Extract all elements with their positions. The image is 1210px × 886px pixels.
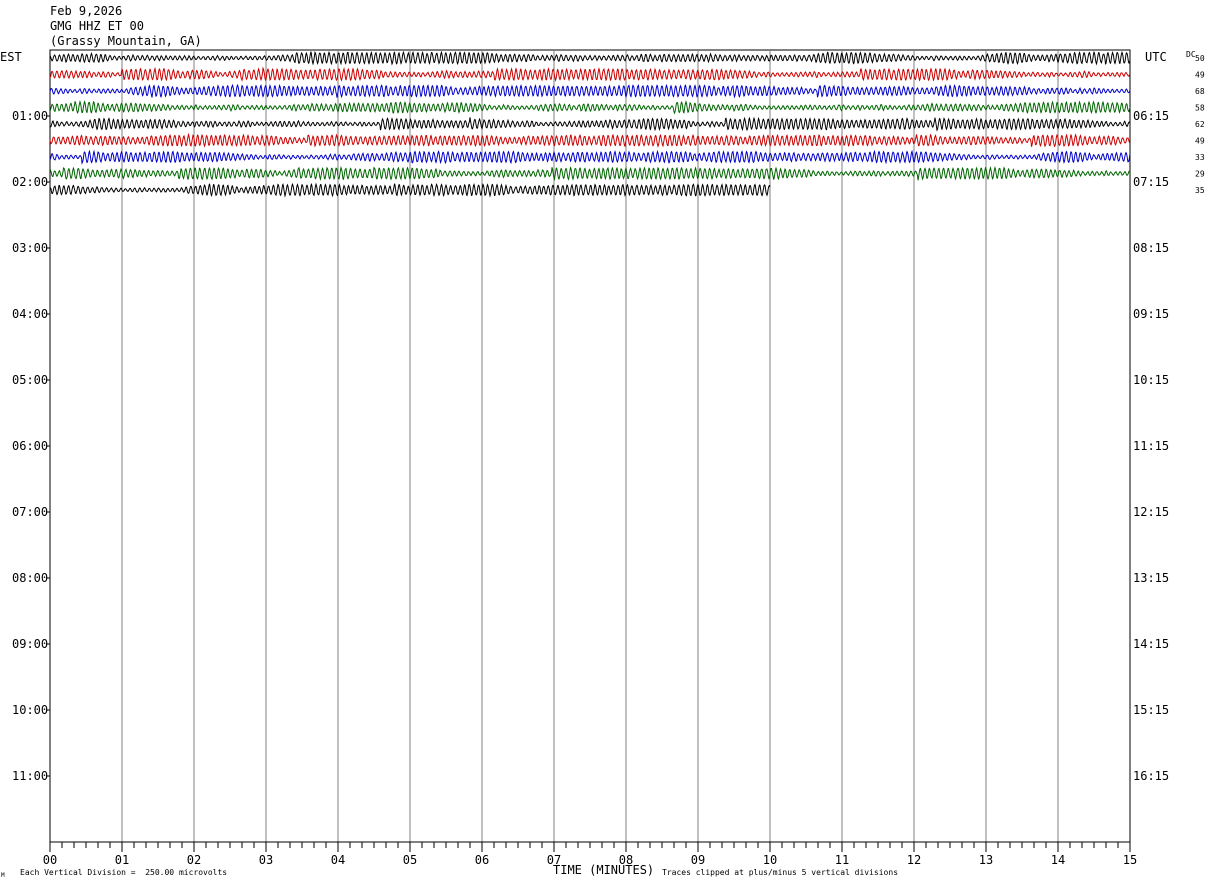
helicorder-plot: 00 01 02 03 04 05 06 07 08 09 10 11 12 13 14 1501:00 06:… — [12, 49, 1205, 867]
scale-note: Each Vertical Division = 250.00 microvol… — [20, 868, 228, 877]
seismic-trace-row-1 — [49, 66, 1131, 83]
right-hour-label: 09:15 — [1133, 307, 1169, 321]
x-tick-label: 03 — [259, 853, 273, 867]
x-tick-label: 15 — [1123, 853, 1137, 867]
x-tick-label: 05 — [403, 853, 417, 867]
right-hour-label: 16:15 — [1133, 769, 1169, 783]
x-tick-label: 06 — [475, 853, 489, 867]
dc-value: 62 — [1195, 120, 1205, 129]
left-hour-label: 11:00 — [12, 769, 48, 783]
left-hour-label: 01:00 — [12, 109, 48, 123]
x-axis-title: TIME (MINUTES) — [553, 863, 655, 877]
seismic-trace-row-2 — [49, 83, 1131, 99]
seismic-trace-row-7 — [49, 165, 1131, 181]
x-tick-label: 09 — [691, 853, 705, 867]
seismic-trace-row-6 — [49, 149, 1131, 165]
corner-mark: M — [1, 872, 5, 879]
left-hour-label: 08:00 — [12, 571, 48, 585]
left-hour-label: 04:00 — [12, 307, 48, 321]
dc-value: 33 — [1195, 153, 1205, 162]
right-hour-label: 12:15 — [1133, 505, 1169, 519]
right-hour-label: 14:15 — [1133, 637, 1169, 651]
right-hour-label: 10:15 — [1133, 373, 1169, 387]
clip-note: Traces clipped at plus/minus 5 vertical … — [662, 868, 899, 877]
x-tick-label: 10 — [763, 853, 777, 867]
dc-value: 68 — [1195, 87, 1205, 96]
seismic-trace-row-3 — [49, 99, 1131, 115]
seismic-trace-row-4 — [49, 116, 1131, 132]
x-tick-label: 02 — [187, 853, 201, 867]
right-hour-label: 06:15 — [1133, 109, 1169, 123]
right-hour-label: 15:15 — [1133, 703, 1169, 717]
x-tick-label: 11 — [835, 853, 849, 867]
dc-value: 49 — [1195, 71, 1205, 80]
right-hour-label: 08:15 — [1133, 241, 1169, 255]
right-hour-label: 11:15 — [1133, 439, 1169, 453]
dc-value: 50 — [1195, 54, 1205, 63]
x-tick-label: 04 — [331, 853, 345, 867]
x-tick-label: 13 — [979, 853, 993, 867]
x-tick-label: 14 — [1051, 853, 1065, 867]
left-hour-label: 06:00 — [12, 439, 48, 453]
dc-value: 35 — [1195, 186, 1205, 195]
seismic-trace-row-0 — [49, 50, 1131, 66]
left-hour-label: 05:00 — [12, 373, 48, 387]
left-hour-label: 03:00 — [12, 241, 48, 255]
x-tick-label: 00 — [43, 853, 57, 867]
x-tick-label: 12 — [907, 853, 921, 867]
left-hour-label: 10:00 — [12, 703, 48, 717]
right-hour-label: 13:15 — [1133, 571, 1169, 585]
left-hour-label: 02:00 — [12, 175, 48, 189]
seismic-trace-row-5 — [49, 132, 1131, 148]
left-hour-label: 09:00 — [12, 637, 48, 651]
right-hour-label: 07:15 — [1133, 175, 1169, 189]
dc-value: 49 — [1195, 137, 1205, 146]
x-tick-label: 01 — [115, 853, 129, 867]
dc-value: 58 — [1195, 104, 1205, 113]
left-hour-label: 07:00 — [12, 505, 48, 519]
dc-value: 29 — [1195, 170, 1205, 179]
